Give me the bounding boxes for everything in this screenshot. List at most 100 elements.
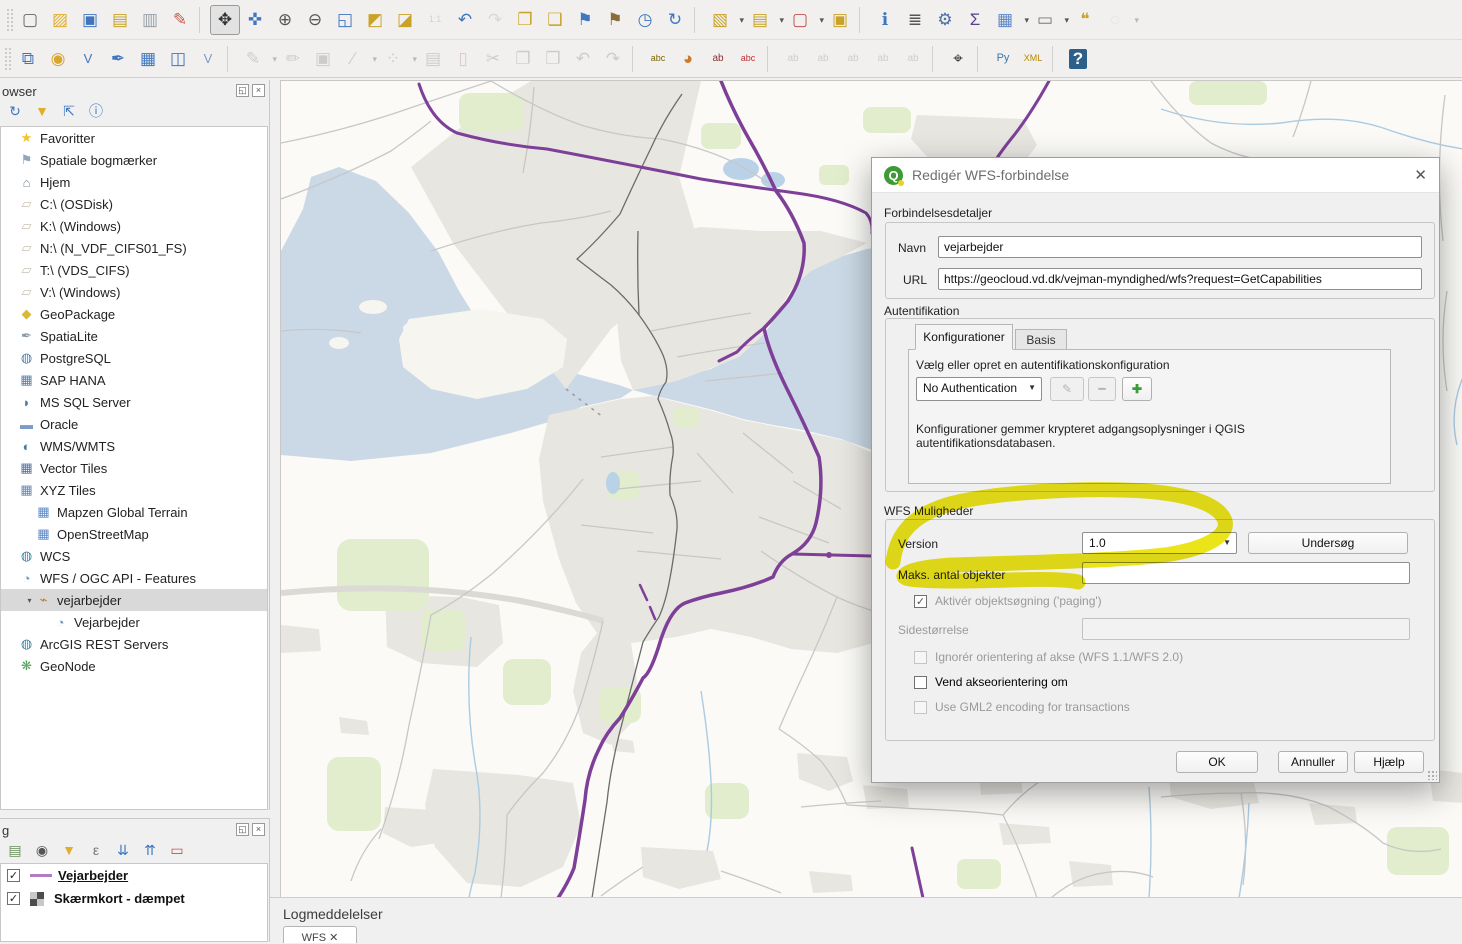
toolbar-drag-handle[interactable] (4, 47, 11, 71)
filter-expression-icon[interactable]: ε (87, 841, 105, 859)
browser-item-vejarbejder-connection[interactable]: ▾ ⌁ vejarbejder (1, 589, 267, 611)
browser-item-t-drive[interactable]: ▱ T:\ (VDS_CIFS) (1, 259, 267, 281)
add-hana-layer-icon[interactable]: ▦ (133, 44, 163, 74)
layer-checkbox[interactable]: ✓ (7, 869, 20, 882)
name-input[interactable]: vejarbejder (938, 236, 1422, 258)
show-bookmarks-icon[interactable]: ⚑ (600, 5, 630, 35)
dialog-titlebar[interactable]: Q Redigér WFS-forbindelse ✕ (872, 158, 1439, 193)
paging-checkbox[interactable]: ✓ (914, 595, 927, 608)
help-icon[interactable]: ? (1063, 44, 1093, 74)
refresh-map-icon[interactable]: ↻ (660, 5, 690, 35)
layer-checkbox[interactable]: ✓ (7, 892, 20, 905)
browser-item-vejarbejder-layer[interactable]: ◔ Vejarbejder (1, 611, 267, 633)
add-raster-layer-icon[interactable]: ◉ (43, 44, 73, 74)
max-features-input[interactable] (1082, 562, 1410, 584)
remove-auth-button[interactable]: ━ (1088, 377, 1116, 401)
style-manager-icon[interactable]: ✎ (165, 5, 195, 35)
invert-axis-checkbox[interactable] (914, 676, 927, 689)
save-project-icon[interactable]: ▣ (75, 5, 105, 35)
digitize-line-icon[interactable]: ∕ (338, 44, 368, 74)
save-edits-icon[interactable]: ▣ (308, 44, 338, 74)
processing-toolbox-icon[interactable]: ⚙ (930, 5, 960, 35)
browser-float-icon[interactable]: ◱ (236, 84, 249, 97)
pan-to-selection-icon[interactable]: ✜ (240, 5, 270, 35)
expander-icon[interactable]: ▾ (24, 596, 35, 605)
edit-auth-button[interactable]: ✎ (1050, 377, 1084, 401)
tab-basis[interactable]: Basis (1015, 329, 1067, 350)
redo-icon[interactable]: ↷ (598, 44, 628, 74)
zoom-to-selection-icon[interactable]: ◩ (360, 5, 390, 35)
map-tips-icon[interactable]: ❝ (1070, 5, 1100, 35)
cancel-button[interactable]: Annuller (1278, 751, 1348, 773)
copy-features-icon[interactable]: ❐ (508, 44, 538, 74)
label-edit-icon[interactable]: ab (898, 44, 928, 74)
select-by-location-icon[interactable]: ▣ (825, 5, 855, 35)
label-move-icon[interactable]: ab (838, 44, 868, 74)
filter-legend-icon[interactable]: ▼ (60, 841, 78, 859)
expand-all-icon[interactable]: ⇊ (114, 841, 132, 859)
layer-row-vejarbejder[interactable]: ✓ Vejarbejder (1, 864, 267, 887)
select-rectangle-icon[interactable]: ▧ (705, 5, 735, 35)
xml-importer-icon[interactable]: XML (1018, 44, 1048, 74)
cut-features-icon[interactable]: ✂ (478, 44, 508, 74)
browser-item-favoritter[interactable]: ★ Favoritter (1, 127, 267, 149)
browser-item-oracle[interactable]: ▬ Oracle (1, 413, 267, 435)
browser-item-vector-tiles[interactable]: ▦ Vector Tiles (1, 457, 267, 479)
collapse-all-layers-icon[interactable]: ⇈ (141, 841, 159, 859)
paste-features-icon[interactable]: ❒ (538, 44, 568, 74)
open-layer-styling-icon[interactable]: ▤ (6, 841, 24, 859)
collapse-all-icon[interactable]: ⇱ (60, 102, 78, 120)
data-source-manager-icon[interactable]: ⧉ (13, 44, 43, 74)
dialog-close-icon[interactable]: ✕ (1414, 166, 1427, 184)
label-rotate-icon[interactable]: ab (868, 44, 898, 74)
vertex-tool-icon[interactable]: ⁘ (378, 44, 408, 74)
browser-item-v-drive[interactable]: ▱ V:\ (Windows) (1, 281, 267, 303)
zoom-to-layer-icon[interactable]: ◪ (390, 5, 420, 35)
browser-item-wms[interactable]: ◐ WMS/WMTS (1, 435, 267, 457)
browser-item-k-drive[interactable]: ▱ K:\ (Windows) (1, 215, 267, 237)
sum-statistics-icon[interactable]: Σ (960, 5, 990, 35)
osm-place-search-icon[interactable]: ⌖ (943, 44, 973, 74)
zoom-in-icon[interactable]: ⊕ (270, 5, 300, 35)
zoom-out-icon[interactable]: ⊖ (300, 5, 330, 35)
version-dropdown[interactable]: 1.0 (1082, 532, 1237, 554)
help-button[interactable]: Hjælp (1354, 751, 1424, 773)
browser-item-postgresql[interactable]: ◍ PostgreSQL (1, 347, 267, 369)
select-by-value-icon[interactable]: ▤ (745, 5, 775, 35)
ignore-axis-checkbox[interactable] (914, 651, 927, 664)
search-settings-icon[interactable]: ◌ (1100, 5, 1130, 35)
url-input[interactable]: https://geocloud.vd.dk/vejman-myndighed/… (938, 268, 1422, 290)
browser-close-icon[interactable]: × (252, 84, 265, 97)
statistics-icon[interactable]: ≣ (900, 5, 930, 35)
new-map-view-icon[interactable]: ❐ (510, 5, 540, 35)
add-delimited-text-icon[interactable]: ✒ (103, 44, 133, 74)
layers-float-icon[interactable]: ◱ (236, 823, 249, 836)
add-vector-layer-icon[interactable]: V (73, 44, 103, 74)
browser-item-wcs[interactable]: ◍ WCS (1, 545, 267, 567)
detect-version-button[interactable]: Undersøg (1248, 532, 1408, 554)
refresh-browser-icon[interactable]: ↻ (6, 102, 24, 120)
new-bookmark-icon[interactable]: ⚑ (570, 5, 600, 35)
new-3d-map-icon[interactable]: ❑ (540, 5, 570, 35)
new-print-layout-icon[interactable]: ▤ (105, 5, 135, 35)
temporal-controller-icon[interactable]: ◷ (630, 5, 660, 35)
label-show-hide-icon[interactable]: ab (808, 44, 838, 74)
browser-item-wfs-ogc[interactable]: ◔ WFS / OGC API - Features (1, 567, 267, 589)
layer-row-skaermkort[interactable]: ✓ Skærmkort - dæmpet (1, 887, 267, 910)
label-mask-icon[interactable]: ab (778, 44, 808, 74)
properties-info-icon[interactable]: ⓘ (87, 102, 105, 120)
browser-item-xyz-tiles[interactable]: ▦ XYZ Tiles (1, 479, 267, 501)
browser-item-hjem[interactable]: ⌂ Hjem (1, 171, 267, 193)
filter-browser-icon[interactable]: ▼ (33, 102, 51, 120)
layers-close-icon[interactable]: × (252, 823, 265, 836)
browser-item-arcgis[interactable]: ◍ ArcGIS REST Servers (1, 633, 267, 655)
identify-features-icon[interactable]: ℹ (870, 5, 900, 35)
label-abc-red-icon[interactable]: abc (733, 44, 763, 74)
add-virtual-layer-icon[interactable]: ◫ (163, 44, 193, 74)
browser-item-mapzen[interactable]: ▦ Mapzen Global Terrain (1, 501, 267, 523)
auth-config-dropdown[interactable]: No Authentication (916, 377, 1042, 401)
add-wfs-layer-icon[interactable]: V (193, 44, 223, 74)
zoom-last-icon[interactable]: ↶ (450, 5, 480, 35)
browser-item-geopackage[interactable]: ◆ GeoPackage (1, 303, 267, 325)
measure-icon[interactable]: ▭ (1030, 5, 1060, 35)
